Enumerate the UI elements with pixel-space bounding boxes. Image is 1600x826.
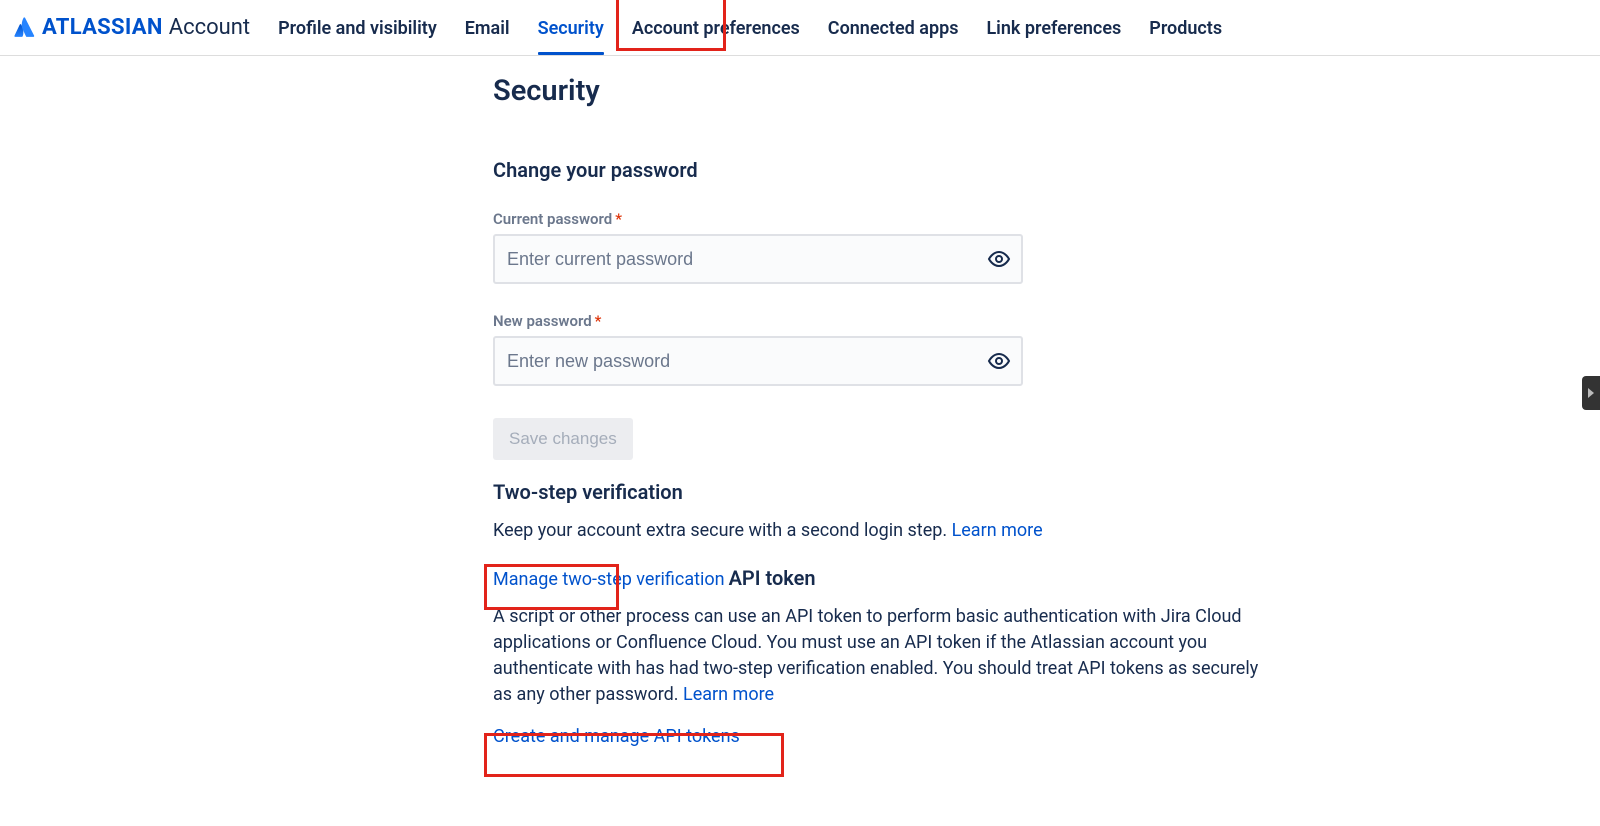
label-text: New password: [493, 312, 592, 330]
brand-strong: ATLASSIAN: [42, 15, 163, 40]
tab-products[interactable]: Products: [1149, 2, 1222, 53]
manage-two-step-link[interactable]: Manage two-step verification: [493, 569, 725, 590]
save-label: Save changes: [509, 429, 617, 448]
current-password-label: Current password*: [493, 210, 1283, 228]
brand-light: Account: [169, 15, 250, 40]
new-password-field-wrap: [493, 336, 1023, 386]
create-manage-api-tokens-link[interactable]: Create and manage API tokens: [493, 726, 740, 747]
nav-tabs: Profile and visibility Email Security Ac…: [278, 2, 1222, 53]
eye-icon: [987, 247, 1011, 271]
tab-label: Profile and visibility: [278, 18, 437, 39]
tab-account-preferences[interactable]: Account preferences: [632, 2, 800, 53]
tab-connected-apps[interactable]: Connected apps: [828, 2, 959, 53]
two-step-body: Keep your account extra secure with a se…: [493, 518, 1273, 544]
toggle-visibility-new[interactable]: [985, 347, 1013, 375]
tab-profile-and-visibility[interactable]: Profile and visibility: [278, 2, 437, 53]
toggle-visibility-current[interactable]: [985, 245, 1013, 273]
eye-icon: [987, 349, 1011, 373]
top-nav: ATLASSIAN Account Profile and visibility…: [0, 0, 1600, 56]
new-password-label: New password*: [493, 312, 1283, 330]
two-step-text: Keep your account extra secure with a se…: [493, 520, 952, 541]
tab-email[interactable]: Email: [465, 2, 510, 53]
current-password-field-wrap: [493, 234, 1023, 284]
brand[interactable]: ATLASSIAN Account: [12, 15, 250, 40]
tab-label: Security: [538, 18, 604, 39]
side-drawer-handle[interactable]: [1582, 376, 1600, 410]
save-changes-button[interactable]: Save changes: [493, 418, 633, 460]
tab-label: Account preferences: [632, 18, 800, 39]
new-password-input[interactable]: [493, 336, 1023, 386]
tab-label: Products: [1149, 18, 1222, 39]
api-token-learn-more-link[interactable]: Learn more: [683, 684, 774, 705]
label-text: Current password: [493, 210, 612, 228]
current-password-input[interactable]: [493, 234, 1023, 284]
tab-label: Connected apps: [828, 18, 959, 39]
main-content: Security Change your password Current pa…: [493, 56, 1283, 747]
tab-label: Link preferences: [986, 18, 1121, 39]
brand-text: ATLASSIAN Account: [42, 15, 250, 40]
api-token-text: A script or other process can use an API…: [493, 606, 1258, 705]
two-step-heading: Two-step verification: [493, 480, 1283, 504]
change-password-heading: Change your password: [493, 158, 1283, 182]
atlassian-logo-icon: [12, 17, 36, 39]
required-indicator: *: [595, 312, 602, 330]
tab-label: Email: [465, 18, 510, 39]
api-token-body: A script or other process can use an API…: [493, 604, 1273, 708]
api-token-heading: API token: [729, 566, 816, 590]
page-title: Security: [493, 74, 1283, 108]
tab-security[interactable]: Security: [538, 2, 604, 53]
tab-link-preferences[interactable]: Link preferences: [986, 2, 1121, 53]
required-indicator: *: [615, 210, 622, 228]
two-step-learn-more-link[interactable]: Learn more: [952, 520, 1043, 541]
